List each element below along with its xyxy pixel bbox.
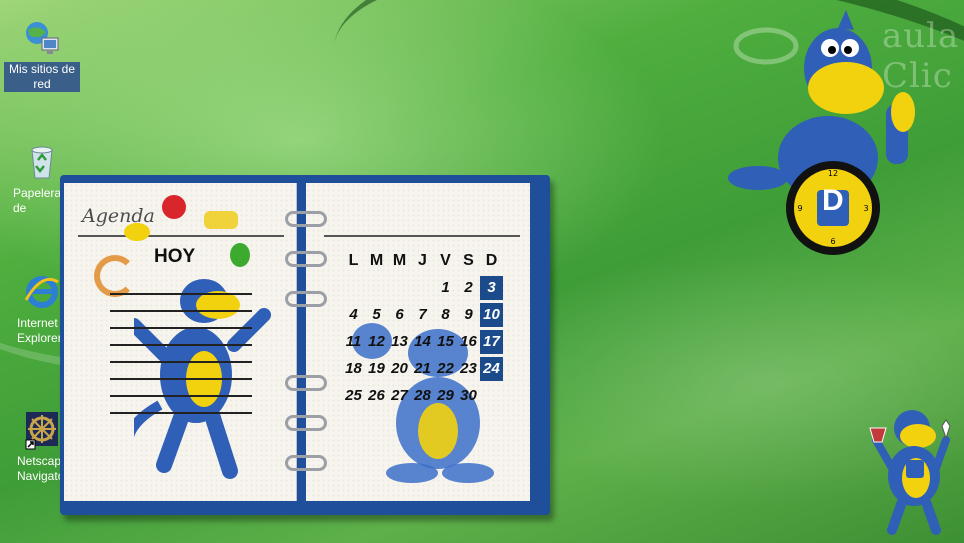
calendar-day[interactable]: 8 <box>434 303 457 327</box>
calendar-week: 25 26 27 28 29 30 <box>342 384 503 408</box>
calendar-day-sunday[interactable]: 24 <box>480 357 503 381</box>
calendar-weekday-header: L M M J V S D <box>342 249 503 273</box>
note-line <box>110 327 252 329</box>
calendar-day[interactable]: 28 <box>411 384 434 408</box>
note-line <box>110 395 252 397</box>
agenda-right-page: L M M J V S D 1 2 3 4 5 6 7 8 9 10 11 12… <box>306 183 530 501</box>
calendar-day[interactable]: 9 <box>457 303 480 327</box>
binder-ring <box>285 211 327 227</box>
weekday-label: L <box>348 252 359 269</box>
calendar-week: 11 12 13 14 15 16 17 <box>342 330 503 354</box>
calendar-day[interactable]: 12 <box>365 330 388 354</box>
internet-explorer-icon <box>22 272 62 312</box>
calendar-week: 4 5 6 7 8 9 10 <box>342 303 503 327</box>
calendar-day[interactable]: 30 <box>457 384 480 408</box>
calendar-day[interactable]: 1 <box>434 276 457 300</box>
calendar-day-sunday[interactable]: 17 <box>480 330 503 354</box>
calendar-day[interactable]: 20 <box>388 357 411 381</box>
binder-ring <box>285 415 327 431</box>
calendar-day-sunday[interactable]: 10 <box>480 303 503 327</box>
desktop-icon-label: Mis sitios de red <box>4 62 80 92</box>
calendar-day[interactable] <box>480 384 503 408</box>
calendar-day[interactable]: 23 <box>457 357 480 381</box>
svg-text:12: 12 <box>828 169 838 178</box>
note-line <box>110 293 252 295</box>
calendar-day[interactable]: 11 <box>342 330 365 354</box>
binder-ring <box>285 375 327 391</box>
binder-ring <box>285 455 327 471</box>
svg-text:3: 3 <box>863 204 868 213</box>
note-line <box>110 378 252 380</box>
calendar-day[interactable] <box>411 276 434 300</box>
calendar-day[interactable]: 22 <box>434 357 457 381</box>
calendar-day[interactable]: 19 <box>365 357 388 381</box>
cheese-icon <box>204 211 238 229</box>
mascot-dancing <box>122 275 274 485</box>
clock-logo-letter: D <box>822 184 844 217</box>
mascot-clock[interactable]: 12 9 3 6 D <box>718 8 928 268</box>
title-rule <box>78 235 284 237</box>
title-rule <box>324 235 520 237</box>
recycle-bin-icon <box>22 142 62 182</box>
binder-ring <box>285 291 327 307</box>
calendar-day[interactable]: 14 <box>411 330 434 354</box>
calendar-day-sunday[interactable]: 3 <box>480 276 503 300</box>
weekday-label: M <box>369 252 384 269</box>
calendar-day[interactable]: 2 <box>457 276 480 300</box>
calendar-day[interactable]: 27 <box>388 384 411 408</box>
calendar-day[interactable]: 26 <box>365 384 388 408</box>
calendar-day[interactable]: 6 <box>388 303 411 327</box>
calendar-day[interactable]: 4 <box>342 303 365 327</box>
calendar-day[interactable]: 18 <box>342 357 365 381</box>
desktop-icon-network-places[interactable]: Mis sitios de red <box>4 18 80 92</box>
calendar-day[interactable]: 25 <box>342 384 365 408</box>
pepper-icon <box>230 243 250 267</box>
weekday-label: S <box>463 252 474 269</box>
calendar-week: 1 2 3 <box>342 276 503 300</box>
note-line <box>110 310 252 312</box>
calendar-day[interactable] <box>388 276 411 300</box>
calendar-week: 18 19 20 21 22 23 24 <box>342 357 503 381</box>
calendar-day[interactable]: 15 <box>434 330 457 354</box>
calendar-day[interactable] <box>365 276 388 300</box>
weekday-label: M <box>392 252 407 269</box>
agenda-left-page: Agenda HOY <box>64 183 297 501</box>
calendar-day[interactable]: 13 <box>388 330 411 354</box>
calendar-day[interactable]: 5 <box>365 303 388 327</box>
calendar-day[interactable]: 29 <box>434 384 457 408</box>
binder-ring <box>285 251 327 267</box>
calendar-day[interactable]: 16 <box>457 330 480 354</box>
mascot-toast[interactable] <box>862 398 956 538</box>
weekday-label: J <box>418 252 427 269</box>
network-places-icon <box>22 18 62 58</box>
note-line <box>110 344 252 346</box>
calendar-day[interactable]: 21 <box>411 357 434 381</box>
tomato-icon <box>162 195 186 219</box>
calendar-day[interactable]: 7 <box>411 303 434 327</box>
svg-text:9: 9 <box>797 204 802 213</box>
agenda-notebook[interactable]: Agenda HOY L M M J V S D 1 2 3 4 5 6 7 8… <box>60 175 550 515</box>
weekday-label: V <box>440 252 451 269</box>
netscape-navigator-icon <box>22 410 62 450</box>
svg-text:6: 6 <box>830 237 835 246</box>
banana-icon <box>124 223 150 241</box>
note-line <box>110 412 252 414</box>
croissant-icon <box>94 255 136 297</box>
weekday-label: D <box>485 252 498 269</box>
note-line <box>110 361 252 363</box>
calendar-day[interactable] <box>342 276 365 300</box>
today-label: HOY <box>154 246 196 267</box>
